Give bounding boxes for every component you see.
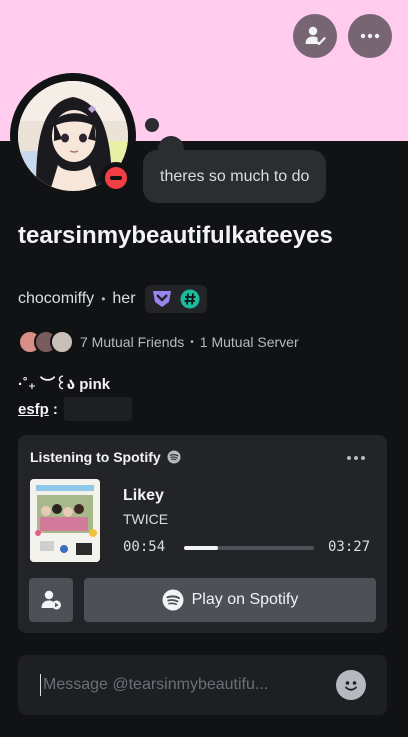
badge-list	[144, 285, 207, 313]
mutual-friends-link[interactable]: 7 Mutual Friends	[80, 334, 184, 350]
message-box[interactable]	[18, 655, 387, 715]
progress-bar	[184, 546, 314, 550]
album-art[interactable]	[30, 479, 100, 562]
username-row: chocomiffy • her	[18, 285, 207, 313]
more-options-button[interactable]	[348, 14, 392, 58]
play-on-spotify-label: Play on Spotify	[191, 591, 299, 608]
separator-dot: •	[190, 336, 194, 348]
track-title[interactable]: Likey	[123, 487, 164, 505]
custom-status: theres so much to do	[143, 150, 327, 203]
text-caret	[40, 674, 41, 696]
avatar[interactable]	[10, 73, 136, 199]
person-play-icon	[41, 590, 61, 610]
bio-line: esfp :	[18, 397, 132, 421]
ellipsis-icon	[360, 33, 380, 39]
separator-dot: •	[101, 292, 106, 306]
bio-colon: :	[52, 400, 58, 418]
bio-line: ·˚₊ ︶꒰ა pink	[18, 376, 111, 393]
ellipsis-icon	[347, 456, 365, 460]
invite-activity-button[interactable]	[29, 578, 73, 622]
bio-link[interactable]: esfp	[18, 401, 49, 418]
track-artist[interactable]: TWICE	[123, 511, 168, 527]
activity-title: Listening to Spotify	[30, 449, 161, 465]
smiley-icon	[345, 681, 357, 691]
person-check-icon	[305, 26, 326, 46]
spoiler-text[interactable]	[63, 397, 132, 421]
play-on-spotify-button[interactable]: Play on Spotify	[84, 578, 376, 622]
thought-bubble-dot	[145, 118, 159, 132]
pronouns: her	[112, 290, 136, 307]
hypesquad-icon[interactable]	[151, 288, 173, 310]
emoji-button[interactable]	[336, 670, 366, 700]
activity-menu-button[interactable]	[346, 449, 366, 461]
spotify-icon	[162, 589, 184, 611]
spotify-icon	[167, 450, 181, 464]
mutual-servers-link[interactable]: 1 Mutual Server	[200, 334, 299, 350]
duration-time: 03:27	[328, 539, 371, 555]
mutuals-row: 7 Mutual Friends • 1 Mutual Server	[18, 329, 299, 355]
display-name: tearsinmybeautifulkateeyes	[18, 222, 333, 249]
activity-header: Listening to Spotify	[30, 449, 181, 465]
username[interactable]: chocomiffy	[18, 290, 94, 308]
elapsed-time: 00:54	[123, 539, 166, 555]
progress-fill	[184, 546, 218, 550]
mutual-friend-avatar	[50, 330, 74, 354]
activity-card: Listening to Spotify Likey TWICE 00:54 0…	[18, 435, 387, 633]
dnd-status-icon	[100, 162, 132, 194]
hashtag-icon[interactable]	[179, 288, 201, 310]
message-input[interactable]	[43, 676, 323, 694]
friend-status-button[interactable]	[293, 14, 337, 58]
